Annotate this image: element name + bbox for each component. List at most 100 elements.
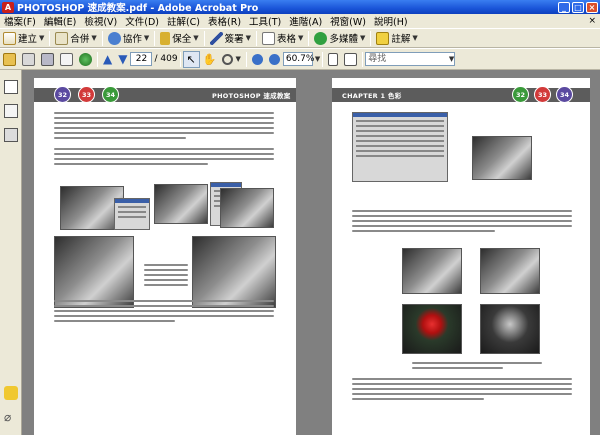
separator: [179, 51, 181, 67]
document-view[interactable]: 32 33 34 PHOTOSHOP 速成教案 CHAPTER 1 色彩 32 …: [22, 70, 600, 435]
separator: [370, 30, 372, 46]
zoom-tool-button[interactable]: ▼: [219, 51, 243, 68]
chapter-title: CHAPTER 1 色彩: [342, 92, 402, 100]
zoom-in-button[interactable]: [266, 51, 283, 68]
comment-icon: [376, 31, 390, 45]
attachments-icon[interactable]: ⌀: [4, 410, 18, 424]
menu-tools[interactable]: 工具(T): [245, 14, 285, 28]
hand-tool-button[interactable]: ✋: [200, 51, 220, 68]
menu-window[interactable]: 視窗(W): [326, 14, 370, 28]
next-page-button[interactable]: ▼: [115, 51, 130, 68]
sign-button[interactable]: 簽署 ▼: [207, 30, 254, 47]
separator: [362, 51, 364, 67]
menu-forms[interactable]: 表格(R): [204, 14, 245, 28]
share-button[interactable]: [76, 51, 95, 68]
collaborate-label: 協作: [122, 34, 142, 45]
window-title: PHOTOSHOP 速成教案.pdf - Adobe Acrobat Pro: [17, 3, 259, 14]
search-input[interactable]: 尋找 ▼: [365, 52, 456, 66]
zoom-dropdown[interactable]: ▼: [315, 55, 320, 63]
zoom-out-icon: [251, 53, 263, 65]
menu-comments[interactable]: 註解(C): [163, 14, 204, 28]
page-header-title: PHOTOSHOP 速成教案: [212, 92, 291, 100]
left-page: 32 33 34 PHOTOSHOP 速成教案: [34, 78, 296, 435]
pages-icon[interactable]: [4, 80, 18, 94]
next-page-icon: ▼: [118, 52, 128, 66]
body-text: [54, 112, 274, 168]
open-icon: [3, 52, 16, 66]
photo-variant: [154, 184, 208, 224]
title-bar: A PHOTOSHOP 速成教案.pdf - Adobe Acrobat Pro…: [0, 0, 600, 14]
photo-rose-gray: [480, 304, 540, 354]
photo-fish-small: [480, 248, 540, 294]
multimedia-button[interactable]: 多媒體 ▼: [311, 30, 368, 47]
photo-fish-small: [402, 248, 462, 294]
create-icon: [3, 31, 16, 45]
menu-help[interactable]: 說明(H): [370, 14, 412, 28]
sign-icon: [209, 31, 223, 45]
comment-label: 註解: [391, 34, 411, 45]
separator: [101, 30, 103, 46]
body-text: [352, 210, 572, 235]
minimize-button[interactable]: _: [558, 1, 570, 13]
page-badge: 32: [512, 86, 529, 103]
page-total: / 409: [154, 54, 178, 64]
combine-icon: [55, 31, 69, 45]
print-button[interactable]: [19, 51, 38, 68]
prev-page-button[interactable]: ▲: [100, 51, 115, 68]
fit-width-icon: [344, 52, 358, 66]
menu-document[interactable]: 文件(D): [121, 14, 163, 28]
fit-page-button[interactable]: [325, 51, 341, 68]
secure-button[interactable]: 保全 ▼: [157, 30, 201, 47]
search-placeholder: 尋找: [368, 54, 387, 64]
navigation-panel: ⌀: [0, 70, 22, 435]
forms-button[interactable]: 表格 ▼: [259, 30, 306, 47]
multimedia-icon: [314, 31, 328, 45]
photoshop-dialog: [352, 112, 448, 182]
zoom-level-input[interactable]: 60.7%: [282, 52, 314, 66]
dialog-screenshot: [114, 198, 150, 230]
secure-icon: [160, 31, 171, 45]
signatures-icon[interactable]: [4, 128, 18, 142]
collaborate-icon: [107, 31, 121, 45]
save-button[interactable]: [38, 51, 57, 68]
menu-file[interactable]: 檔案(F): [0, 14, 40, 28]
menu-view[interactable]: 檢視(V): [80, 14, 121, 28]
photo-large: [54, 236, 134, 308]
zoom-in-icon: [268, 53, 280, 65]
combine-label: 合併: [70, 34, 90, 45]
window-controls: _ □ ×: [558, 1, 598, 13]
photo-large: [192, 236, 276, 308]
close-window-button[interactable]: ×: [586, 1, 598, 13]
fit-width-button[interactable]: [341, 51, 360, 68]
select-tool-button[interactable]: ↖: [182, 50, 200, 68]
page-badge: 33: [78, 86, 95, 103]
comments-panel-icon[interactable]: [4, 386, 18, 400]
separator: [322, 51, 324, 67]
bookmarks-icon[interactable]: [4, 104, 18, 118]
photo-fish: [472, 136, 532, 180]
page-badge: 33: [534, 86, 551, 103]
page-number-input[interactable]: 22: [130, 52, 153, 66]
prev-page-icon: ▲: [103, 52, 113, 66]
sign-label: 簽署: [224, 34, 244, 45]
navigation-toolbar: ▲ ▼ 22 / 409 ↖ ✋ ▼ 60.7% ▼ 尋找 ▼: [0, 48, 600, 70]
menu-advanced[interactable]: 進階(A): [285, 14, 326, 28]
zoom-out-button[interactable]: [249, 51, 266, 68]
create-button[interactable]: 建立 ▼: [0, 30, 47, 47]
caption-text: [144, 264, 188, 289]
email-button[interactable]: [57, 51, 76, 68]
separator: [245, 51, 247, 67]
separator: [49, 30, 51, 46]
menu-edit[interactable]: 編輯(E): [40, 14, 80, 28]
select-icon: ↖: [186, 52, 196, 66]
email-icon: [60, 52, 73, 66]
comment-button[interactable]: 註解 ▼: [373, 30, 420, 47]
hand-icon: ✋: [202, 52, 217, 66]
separator: [97, 51, 98, 67]
menu-bar: 檔案(F) 編輯(E) 檢視(V) 文件(D) 註解(C) 表格(R) 工具(T…: [0, 14, 600, 28]
combine-button[interactable]: 合併 ▼: [52, 30, 99, 47]
collaborate-button[interactable]: 協作 ▼: [105, 30, 152, 47]
maximize-button[interactable]: □: [572, 1, 584, 13]
open-button[interactable]: [0, 51, 19, 68]
close-document-button[interactable]: ×: [588, 16, 596, 26]
